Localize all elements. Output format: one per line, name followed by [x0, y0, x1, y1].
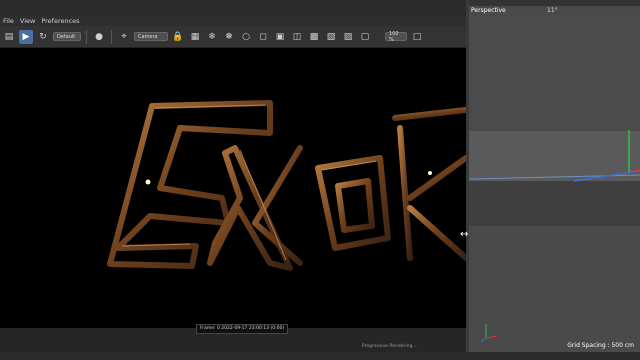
toolbar-divider — [86, 29, 87, 44]
image-icon[interactable]: ▩ — [307, 30, 321, 44]
rope-letter-o — [315, 155, 391, 251]
compare-icon[interactable]: ◫ — [290, 30, 304, 44]
render-toolbar: ▤ ▶ ↻ Default ● ⌖ Camera 🔒 ▦ ❄ ❅ ○ ◻ ▣ ◫… — [0, 26, 466, 48]
snowflake-icon[interactable]: ❄ — [205, 30, 219, 44]
specular-glint — [428, 171, 432, 175]
export-icon[interactable]: ▨ — [341, 30, 355, 44]
expand-icon[interactable]: ◻ — [256, 30, 270, 44]
render-view[interactable] — [0, 48, 466, 328]
menu-view[interactable]: View — [20, 17, 35, 25]
stop-circle-icon[interactable]: ● — [92, 30, 106, 44]
fit-view-icon[interactable]: □ — [410, 30, 424, 44]
rendered-rope-text-image — [107, 100, 466, 271]
clapper-icon[interactable]: ▤ — [2, 30, 16, 44]
bottom-strip — [0, 352, 640, 360]
perspective-viewport[interactable]: Perspective 11° Grid Spacing : 500 cm — [469, 0, 640, 360]
play-render-button[interactable]: ▶ — [19, 29, 33, 44]
specular-glint — [145, 179, 151, 185]
viewport-floor-band — [469, 181, 640, 226]
toolbar-divider — [111, 29, 112, 44]
region-icon[interactable]: ▣ — [273, 30, 287, 44]
menu-file[interactable]: File — [3, 17, 14, 25]
snowflake-alt-icon[interactable]: ❅ — [222, 30, 236, 44]
render-preset-dropdown[interactable]: Default — [53, 32, 81, 41]
viewport-sky — [469, 16, 640, 131]
resize-cursor-icon: ↔ — [460, 229, 469, 240]
circle-icon[interactable]: ○ — [239, 30, 253, 44]
grid-spacing-label: Grid Spacing : 500 cm — [567, 342, 634, 349]
frame-info-label: Frame: 0 2022-09-17 23:00:13 (0:00) — [196, 324, 289, 334]
save-image-icon[interactable]: ▧ — [324, 30, 338, 44]
lock-icon[interactable]: 🔒 — [171, 30, 185, 44]
viewport-scene — [469, 16, 640, 352]
menu-preferences[interactable]: Preferences — [41, 17, 79, 25]
rope-letter-e — [107, 100, 273, 269]
viewport-floor — [469, 226, 640, 352]
rope-letter-k — [392, 107, 466, 261]
progress-status: Progressive Rendering... — [362, 344, 417, 349]
zoom-dropdown[interactable]: 100 % — [385, 31, 407, 43]
menu-bar: File View Preferences — [0, 16, 466, 26]
settings-icon[interactable]: ▢ — [358, 30, 372, 44]
camera-dropdown[interactable]: Camera — [134, 32, 168, 41]
viewport-horizon-band — [469, 131, 640, 181]
grid-icon[interactable]: ▦ — [188, 30, 202, 44]
refresh-icon[interactable]: ↻ — [36, 30, 50, 44]
crop-icon[interactable]: ⌖ — [117, 30, 131, 44]
